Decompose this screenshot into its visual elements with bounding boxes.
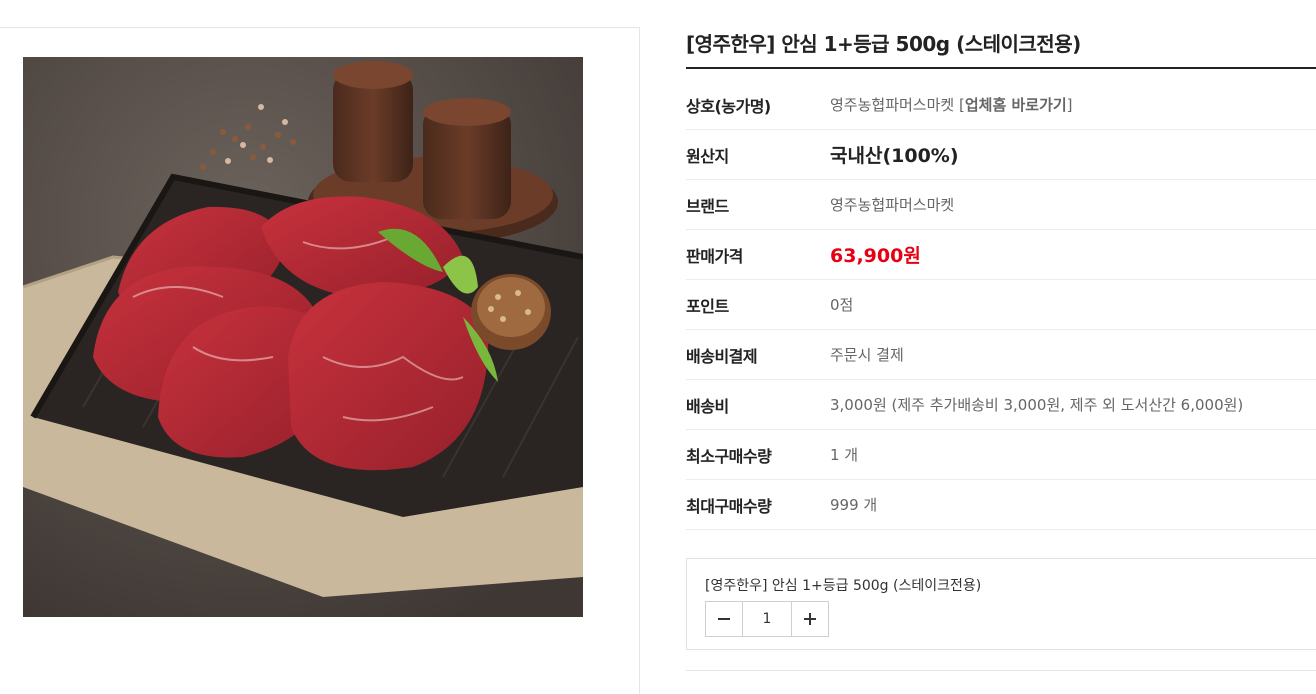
- min-qty-value: 1 개: [830, 446, 859, 464]
- price-value: 63,900원: [830, 245, 921, 267]
- bottom-divider: [686, 670, 1316, 671]
- info-row-max-qty: 최대구매수량 999 개: [686, 480, 1316, 530]
- product-title: [영주한우] 안심 1+등급 500g (스테이크전용): [686, 32, 1081, 56]
- product-info-table: 상호(농가명) 영주농협파머스마켓 [업체홈 바로가기] 원산지 국내산(100…: [686, 80, 1316, 530]
- price-label: 판매가격: [686, 246, 743, 266]
- point-label: 포인트: [686, 296, 729, 316]
- point-value: 0점: [830, 296, 854, 314]
- shop-label: 상호(농가명): [686, 96, 771, 116]
- max-qty-label: 최대구매수량: [686, 496, 772, 516]
- info-row-shop: 상호(농가명) 영주농협파머스마켓 [업체홈 바로가기]: [686, 80, 1316, 130]
- info-row-origin: 원산지 국내산(100%): [686, 130, 1316, 180]
- info-row-brand: 브랜드 영주농협파머스마켓: [686, 180, 1316, 230]
- quantity-decrease-button[interactable]: [706, 602, 743, 636]
- shop-link-text: 업체홈 바로가기: [964, 96, 1067, 114]
- info-row-shipping-payment: 배송비결제 주문시 결제: [686, 330, 1316, 380]
- info-row-point: 포인트 0점: [686, 280, 1316, 330]
- origin-value: 국내산(100%): [830, 145, 959, 167]
- title-divider: [686, 67, 1316, 69]
- shipping-fee-value: 3,000원 (제주 추가배송비 3,000원, 제주 외 도서산간 6,000…: [830, 396, 1244, 414]
- product-photo: [23, 57, 583, 617]
- shop-value: 영주농협파머스마켓 [업체홈 바로가기]: [830, 94, 1073, 115]
- quantity-increase-button[interactable]: [791, 602, 828, 636]
- info-row-min-qty: 최소구매수량 1 개: [686, 430, 1316, 480]
- brand-value: 영주농협파머스마켓: [830, 196, 955, 214]
- min-qty-label: 최소구매수량: [686, 446, 772, 466]
- steak-photo-illustration: [23, 57, 583, 617]
- selected-option-box: [영주한우] 안심 1+등급 500g (스테이크전용) 1: [686, 558, 1316, 650]
- option-name: [영주한우] 안심 1+등급 500g (스테이크전용): [705, 578, 982, 594]
- shipping-payment-value: 주문시 결제: [830, 346, 904, 364]
- origin-label: 원산지: [686, 146, 729, 166]
- info-row-shipping-fee: 배송비 3,000원 (제주 추가배송비 3,000원, 제주 외 도서산간 6…: [686, 380, 1316, 430]
- shop-name: 영주농협파머스마켓: [830, 96, 955, 114]
- plus-icon: [804, 613, 816, 625]
- brand-label: 브랜드: [686, 196, 729, 216]
- minus-icon: [718, 618, 730, 620]
- quantity-stepper: 1: [705, 601, 829, 637]
- quantity-input[interactable]: 1: [743, 602, 791, 636]
- shipping-payment-label: 배송비결제: [686, 346, 758, 366]
- max-qty-value: 999 개: [830, 496, 878, 514]
- shop-link-close: ]: [1066, 96, 1073, 114]
- shop-home-link[interactable]: [업체홈 바로가기]: [959, 96, 1073, 114]
- info-row-price: 판매가격 63,900원: [686, 230, 1316, 280]
- shipping-fee-label: 배송비: [686, 396, 729, 416]
